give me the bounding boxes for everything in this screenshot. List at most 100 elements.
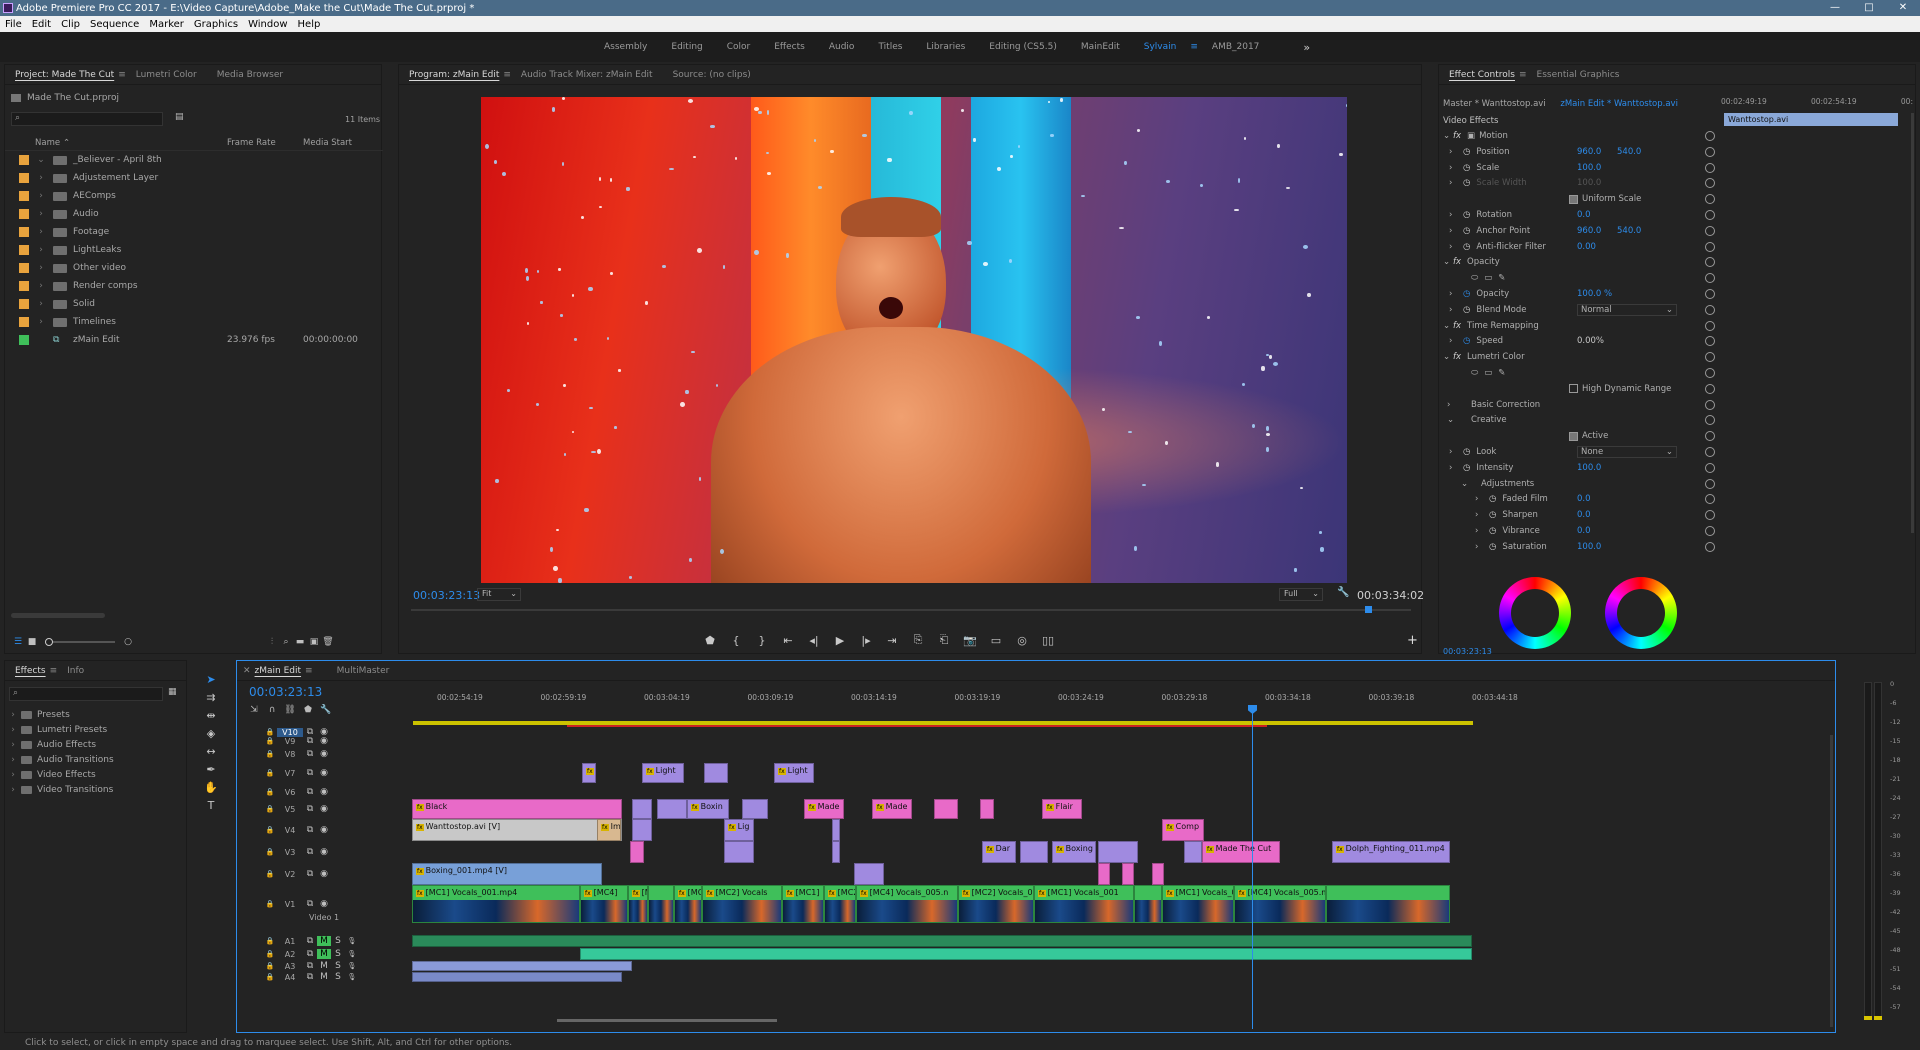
effects-folder[interactable]: › Lumetri Presets <box>7 722 107 737</box>
effects-folder[interactable]: › Audio Transitions <box>7 752 113 767</box>
ec-prop-value[interactable]: 100.0 <box>1577 463 1601 473</box>
project-item[interactable]: › Footage <box>5 223 383 241</box>
video-clip[interactable]: fx [MC2] Vocals <box>702 885 782 923</box>
video-clip[interactable]: fx Made The Cut <box>1202 841 1280 863</box>
label-color-swatch[interactable] <box>19 299 29 309</box>
chevron-right-icon[interactable]: › <box>1475 510 1485 520</box>
video-clip[interactable] <box>1326 885 1450 923</box>
video-clip[interactable]: fx Comp <box>1162 819 1204 841</box>
ec-prop-value[interactable]: 0.0 <box>1577 510 1591 520</box>
tab-lumetri-color[interactable]: Lumetri Color <box>126 70 207 80</box>
track-header[interactable]: 🔒 A4 ⧉ M S 🎙 <box>237 972 382 982</box>
stopwatch-icon[interactable]: ◷ <box>1463 336 1470 346</box>
ec-prop-value[interactable]: 0.0 <box>1577 494 1591 504</box>
video-clip[interactable] <box>657 799 687 819</box>
timeline-settings-icon[interactable]: 🔧 <box>319 705 333 715</box>
video-clip[interactable] <box>630 841 644 863</box>
video-clip[interactable]: fx[MC1 <box>674 885 702 923</box>
project-item[interactable]: ⌄ _Believer - April 8th <box>5 151 383 169</box>
lumetri-wheel-midtones[interactable] <box>1605 577 1677 649</box>
reset-icon[interactable] <box>1705 194 1715 205</box>
track-name[interactable]: V1 <box>277 900 303 909</box>
video-clip[interactable]: fx Light <box>774 763 814 783</box>
chevron-right-icon[interactable]: › <box>7 755 19 765</box>
track-name[interactable]: A1 <box>277 937 303 946</box>
chevron-right-icon[interactable]: › <box>7 710 19 720</box>
chevron-right-icon[interactable]: › <box>7 725 19 735</box>
fx-badge-icon[interactable]: fx <box>1453 257 1461 267</box>
linked-selection-icon[interactable]: ⛓ <box>283 705 297 715</box>
reset-icon[interactable] <box>1705 494 1715 505</box>
ec-prop-value[interactable]: 0.00 <box>1577 242 1596 252</box>
eye-icon[interactable]: ◉ <box>317 847 331 857</box>
menu-sequence[interactable]: Sequence <box>85 19 144 30</box>
project-item[interactable]: › LightLeaks <box>5 241 383 259</box>
effects-folder[interactable]: › Presets <box>7 707 70 722</box>
solo-button[interactable]: S <box>331 961 345 971</box>
chevron-right-icon[interactable]: › <box>1449 226 1459 236</box>
reset-icon[interactable] <box>1705 241 1715 252</box>
fx-badge-icon[interactable]: fx <box>1453 131 1461 141</box>
reset-icon[interactable] <box>1705 146 1715 157</box>
ec-prop-value[interactable]: 960.0 <box>1577 226 1601 236</box>
nest-icon[interactable]: ⇲ <box>247 705 261 715</box>
chevron-icon[interactable]: › <box>1447 400 1457 410</box>
menu-graphics[interactable]: Graphics <box>189 19 243 30</box>
playhead-handle[interactable] <box>1248 705 1257 714</box>
reset-icon[interactable] <box>1705 368 1715 378</box>
track-name[interactable]: V4 <box>277 826 303 835</box>
video-clip[interactable] <box>648 885 674 923</box>
label-color-swatch[interactable] <box>19 335 29 345</box>
mute-button[interactable]: M <box>317 961 331 971</box>
workspace-assembly[interactable]: Assembly <box>592 42 659 52</box>
audio-clip[interactable] <box>412 972 622 982</box>
track-header[interactable]: 🔒 A2 ⧉ M S 🎙 <box>237 948 382 960</box>
menu-help[interactable]: Help <box>293 19 326 30</box>
voiceover-mic-icon[interactable]: 🎙 <box>345 962 359 970</box>
reset-icon[interactable] <box>1705 320 1715 331</box>
chevron-right-icon[interactable]: › <box>35 263 47 273</box>
reset-icon[interactable] <box>1705 510 1715 521</box>
chevron-down-icon[interactable]: ⌄ <box>1443 321 1453 331</box>
col-media-start[interactable]: Media Start <box>303 138 352 148</box>
panel-menu-icon[interactable]: ≡ <box>118 70 126 80</box>
master-clip-name[interactable]: Master * Wanttostop.avi <box>1443 99 1546 109</box>
video-clip[interactable] <box>832 819 840 841</box>
project-item[interactable]: › Render comps <box>5 277 383 295</box>
pen-mask-icon[interactable]: ✎ <box>1498 368 1505 378</box>
col-name[interactable]: Name <box>35 138 60 148</box>
close-button[interactable]: ✕ <box>1886 0 1920 16</box>
video-clip[interactable] <box>1098 863 1110 885</box>
track-name[interactable]: A3 <box>277 962 303 971</box>
eye-icon[interactable]: ◉ <box>317 869 331 879</box>
video-clip[interactable] <box>632 819 652 841</box>
track-name[interactable]: A4 <box>277 973 303 982</box>
add-marker-icon[interactable]: ⬟ <box>699 631 721 649</box>
automate-sequence-icon[interactable]: ⫶ <box>265 637 279 647</box>
chevron-right-icon[interactable]: › <box>1449 178 1459 188</box>
video-clip[interactable]: fx [MC4] <box>580 885 628 923</box>
mute-button[interactable]: M <box>317 949 331 959</box>
project-scrollbar[interactable] <box>11 613 105 618</box>
solo-button[interactable]: S <box>331 936 345 946</box>
list-view-icon[interactable]: ☰ <box>11 637 25 647</box>
label-color-swatch[interactable] <box>19 227 29 237</box>
lock-icon[interactable]: 🔒 <box>263 962 277 970</box>
video-clip[interactable]: fx[MC2] <box>824 885 856 923</box>
lock-icon[interactable]: 🔒 <box>263 769 277 777</box>
checkbox[interactable] <box>1569 431 1578 441</box>
track-header[interactable]: 🔒 V8 ⧉ ◉ <box>237 747 382 761</box>
video-clip[interactable] <box>632 799 652 819</box>
track-name[interactable]: V9 <box>277 737 303 746</box>
workspace-effects[interactable]: Effects <box>762 42 817 52</box>
accelerated-effects-icon[interactable]: ▦ <box>168 687 177 697</box>
workspace-overflow-button[interactable]: » <box>1291 41 1322 54</box>
chevron-right-icon[interactable]: › <box>7 785 19 795</box>
reset-icon[interactable] <box>1705 257 1715 268</box>
tab-multimaster[interactable]: MultiMaster <box>327 666 400 676</box>
effects-folder[interactable]: › Audio Effects <box>7 737 96 752</box>
track-name[interactable]: V6 <box>277 788 303 797</box>
project-item[interactable]: ⧉ zMain Edit 23.976 fps 00:00:00:00 <box>5 331 383 349</box>
video-clip[interactable] <box>1134 885 1162 923</box>
reset-icon[interactable] <box>1705 178 1715 189</box>
